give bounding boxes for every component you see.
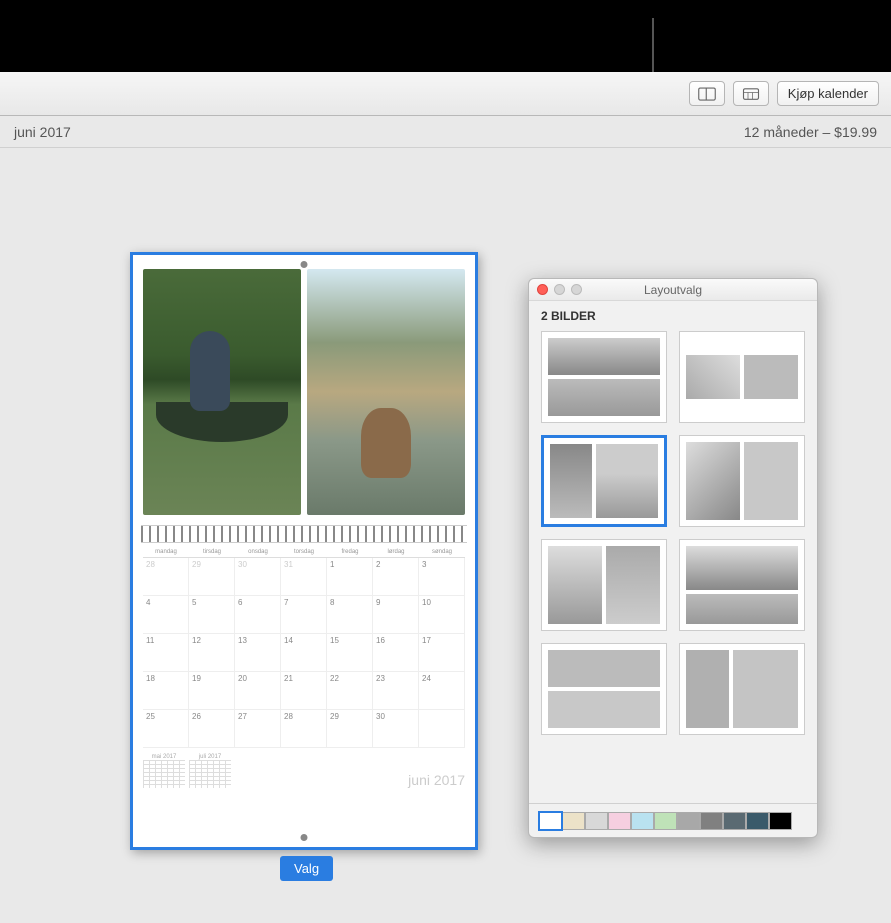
calendar-grid-icon: [742, 87, 760, 101]
color-swatch[interactable]: [769, 812, 792, 830]
toolbar: Kjøp kalender: [0, 72, 891, 116]
layout-thumb[interactable]: [679, 331, 805, 423]
layout-options-popover: Layoutvalg 2 BILDER: [528, 278, 818, 838]
calendar-day-cell[interactable]: [419, 710, 465, 748]
calendar-day-cell[interactable]: 21: [281, 672, 327, 710]
weekday-label: onsdag: [235, 549, 281, 555]
color-swatch[interactable]: [723, 812, 746, 830]
calendar-day-cell[interactable]: 19: [189, 672, 235, 710]
pages-button[interactable]: [733, 81, 769, 106]
calendar-day-cell[interactable]: 3: [419, 558, 465, 596]
layout-thumb[interactable]: [541, 539, 667, 631]
sidebar-icon: [698, 87, 716, 101]
photo-row: [133, 255, 475, 523]
popover-title: Layoutvalg: [644, 283, 702, 297]
layout-thumb[interactable]: [679, 435, 805, 527]
photo-slot-2[interactable]: [307, 269, 465, 515]
weekday-label: mandag: [143, 549, 189, 555]
calendar-grid: mandagtirsdagonsdagtorsdagfredaglørdagsø…: [133, 545, 475, 754]
price-label: 12 måneder – $19.99: [744, 124, 877, 140]
weekday-label: lørdag: [373, 549, 419, 555]
mini-cal-prev: mai 2017: [143, 754, 185, 788]
color-swatch[interactable]: [585, 812, 608, 830]
calendar-day-cell[interactable]: 25: [143, 710, 189, 748]
color-swatch[interactable]: [608, 812, 631, 830]
layout-scroll[interactable]: [529, 331, 817, 803]
calendar-day-cell[interactable]: 10: [419, 596, 465, 634]
calendar-day-cell[interactable]: 31: [281, 558, 327, 596]
calendar-footer: mai 2017 juli 2017 juni 2017: [133, 754, 475, 794]
calendar-day-cell[interactable]: 29: [327, 710, 373, 748]
hole-punch-icon: [301, 834, 308, 841]
layout-thumb[interactable]: [679, 539, 805, 631]
calendar-day-cell[interactable]: 22: [327, 672, 373, 710]
options-button[interactable]: Valg: [280, 856, 333, 881]
calendar-day-cell[interactable]: 11: [143, 634, 189, 672]
weekday-label: torsdag: [281, 549, 327, 555]
calendar-day-cell[interactable]: 29: [189, 558, 235, 596]
color-swatch[interactable]: [677, 812, 700, 830]
calendar-day-cell[interactable]: 28: [281, 710, 327, 748]
traffic-lights: [537, 284, 582, 295]
calendar-day-cell[interactable]: 16: [373, 634, 419, 672]
calendar-page[interactable]: mandagtirsdagonsdagtorsdagfredaglørdagsø…: [130, 252, 478, 850]
calendar-day-cell[interactable]: 17: [419, 634, 465, 672]
color-swatch[interactable]: [700, 812, 723, 830]
info-bar: juni 2017 12 måneder – $19.99: [0, 116, 891, 148]
weekday-label: tirsdag: [189, 549, 235, 555]
calendar-day-cell[interactable]: 23: [373, 672, 419, 710]
spiral-binding-icon: [141, 525, 467, 543]
hole-punch-icon: [301, 261, 308, 268]
layout-thumb[interactable]: [541, 643, 667, 735]
layout-toggle-button[interactable]: [689, 81, 725, 106]
buy-calendar-button[interactable]: Kjøp kalender: [777, 81, 879, 106]
close-icon[interactable]: [537, 284, 548, 295]
layout-thumb[interactable]: [541, 435, 667, 527]
calendar-day-cell[interactable]: 12: [189, 634, 235, 672]
current-month-label: juni 2017: [14, 124, 71, 140]
calendar-day-cell[interactable]: 9: [373, 596, 419, 634]
calendar-day-cell[interactable]: 7: [281, 596, 327, 634]
calendar-day-cell[interactable]: 6: [235, 596, 281, 634]
color-swatch-row: [529, 803, 817, 837]
calendar-day-cell[interactable]: 4: [143, 596, 189, 634]
calendar-day-cell[interactable]: 24: [419, 672, 465, 710]
calendar-day-cell[interactable]: 18: [143, 672, 189, 710]
calendar-day-cell[interactable]: 2: [373, 558, 419, 596]
popover-titlebar: Layoutvalg: [529, 279, 817, 301]
photo-slot-1[interactable]: [143, 269, 301, 515]
color-swatch[interactable]: [631, 812, 654, 830]
callout-line-icon: [652, 18, 654, 72]
calendar-day-cell[interactable]: 14: [281, 634, 327, 672]
calendar-day-cell[interactable]: 8: [327, 596, 373, 634]
layout-section-label: 2 BILDER: [529, 301, 817, 331]
color-swatch[interactable]: [654, 812, 677, 830]
color-swatch[interactable]: [746, 812, 769, 830]
color-swatch[interactable]: [562, 812, 585, 830]
calendar-day-cell[interactable]: 5: [189, 596, 235, 634]
weekday-label: fredag: [327, 549, 373, 555]
mini-cal-next: juli 2017: [189, 754, 231, 788]
editor-canvas: mandagtirsdagonsdagtorsdagfredaglørdagsø…: [0, 148, 891, 923]
layout-thumb[interactable]: [541, 331, 667, 423]
layout-thumb[interactable]: [679, 643, 805, 735]
color-swatch[interactable]: [539, 812, 562, 830]
weekday-label: søndag: [419, 549, 465, 555]
calendar-day-cell[interactable]: 15: [327, 634, 373, 672]
callout-area: [0, 0, 891, 72]
footer-month-label: juni 2017: [408, 772, 465, 788]
calendar-day-cell[interactable]: 30: [235, 558, 281, 596]
minimize-icon: [554, 284, 565, 295]
calendar-day-cell[interactable]: 13: [235, 634, 281, 672]
calendar-day-cell[interactable]: 27: [235, 710, 281, 748]
calendar-day-cell[interactable]: 20: [235, 672, 281, 710]
calendar-day-cell[interactable]: 28: [143, 558, 189, 596]
calendar-day-cell[interactable]: 26: [189, 710, 235, 748]
zoom-icon: [571, 284, 582, 295]
calendar-day-cell[interactable]: 1: [327, 558, 373, 596]
calendar-day-cell[interactable]: 30: [373, 710, 419, 748]
